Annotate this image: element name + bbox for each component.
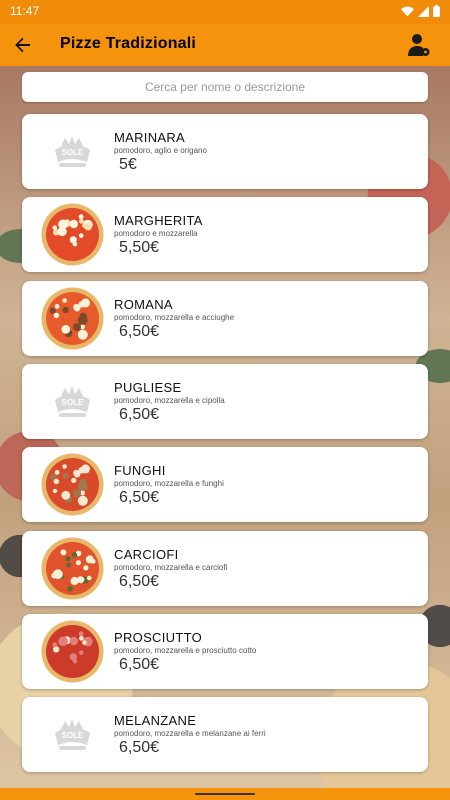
menu-item-card[interactable]: SOLE MARINARA pomodoro, aglio e origano 5€ [22, 114, 428, 189]
account-settings-icon [408, 34, 430, 56]
placeholder-logo-image: SOLE [41, 370, 104, 433]
pizza-image [41, 287, 104, 350]
pizza-image [41, 453, 104, 516]
placeholder-logo-image: SOLE [41, 703, 104, 766]
menu-item-card[interactable]: SOLE PUGLIESE pomodoro, mozzarella e cipol… [22, 363, 428, 439]
search-field[interactable] [22, 72, 428, 102]
item-name: CARCIOFI [114, 546, 179, 562]
page-title: Pizze Tradizionali [60, 35, 197, 52]
item-name: MELANZANE [114, 713, 197, 729]
signal-icon [418, 5, 429, 17]
pizza-image [41, 620, 104, 683]
item-price: 6,50€ [119, 572, 160, 590]
menu-item-card[interactable]: MARGHERITA pomodoro e mozzarella 5,50€ [22, 197, 428, 273]
item-name: PUGLIESE [114, 379, 182, 395]
search-input[interactable] [22, 80, 428, 94]
menu-item-card[interactable]: CARCIOFI pomodoro, mozzarella e carciofi 6… [22, 530, 428, 606]
item-price: 6,50€ [119, 489, 160, 507]
item-name: MARGHERITA [114, 213, 203, 229]
item-description: pomodoro, mozzarella e funghi [114, 479, 224, 489]
menu-item-card[interactable]: SOLE MELANZANE pomodoro, mozzarella e mela… [22, 697, 428, 773]
app-bar: Pizze Tradizionali [0, 24, 450, 66]
item-name: MARINARA [114, 130, 186, 145]
svg-text:SOLE: SOLE [62, 398, 84, 407]
item-description: pomodoro, aglio e origano [114, 146, 207, 155]
menu-item-card[interactable]: ROMANA pomodoro, mozzarella e acciughe 6,5… [22, 280, 428, 356]
navigation-bar [0, 788, 450, 800]
item-name: PROSCIUTTO [114, 629, 202, 645]
arrow-left-icon [15, 37, 30, 53]
wifi-icon [401, 6, 414, 16]
item-price: 5,50€ [119, 239, 160, 257]
item-price: 6,50€ [119, 322, 160, 340]
item-name: ROMANA [114, 296, 173, 312]
status-bar: 11:47 [0, 0, 450, 24]
item-price: 5€ [119, 156, 137, 173]
home-indicator[interactable] [195, 793, 255, 795]
placeholder-logo-image: SOLE [41, 120, 104, 183]
item-description: pomodoro, mozzarella e melanzane ai ferr… [114, 729, 266, 739]
status-icons [401, 5, 440, 17]
item-price: 6,50€ [119, 655, 160, 673]
status-time: 11:47 [10, 4, 40, 18]
item-description: pomodoro, mozzarella e acciughe [114, 312, 235, 322]
battery-icon [433, 5, 440, 17]
item-description: pomodoro e mozzarella [114, 229, 198, 239]
svg-text:SOLE: SOLE [62, 148, 84, 157]
menu-item-card[interactable]: FUNGHI pomodoro, mozzarella e funghi 6,50€ [22, 447, 428, 523]
svg-text:SOLE: SOLE [62, 731, 84, 740]
account-settings-button[interactable] [406, 32, 432, 58]
pizza-image [41, 203, 104, 266]
item-description: pomodoro, mozzarella e cipolla [114, 395, 225, 405]
item-description: pomodoro, mozzarella e carciofi [114, 562, 228, 572]
pizza-image [41, 537, 104, 600]
back-button[interactable] [10, 32, 36, 58]
item-name: FUNGHI [114, 463, 166, 479]
item-price: 6,50€ [119, 405, 160, 423]
menu-item-card[interactable]: PROSCIUTTO pomodoro, mozzarella e prosciu… [22, 613, 428, 689]
item-price: 6,50€ [119, 739, 160, 757]
item-description: pomodoro, mozzarella e prosciutto cotto [114, 645, 257, 655]
